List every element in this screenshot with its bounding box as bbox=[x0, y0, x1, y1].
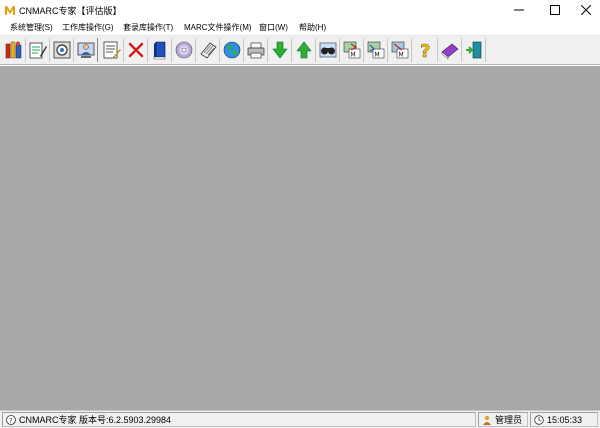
books-icon bbox=[5, 41, 21, 59]
toolbar-upload-button[interactable] bbox=[292, 38, 316, 62]
status-bar: ? CNMARC专家 版本号:6.2.5903.29984 管理员 15:05:… bbox=[0, 410, 600, 428]
app-logo-icon bbox=[4, 4, 16, 16]
menu-workbase[interactable]: 工作库操作(G) bbox=[62, 22, 114, 33]
status-version-panel: ? CNMARC专家 版本号:6.2.5903.29984 bbox=[2, 412, 476, 427]
menu-system[interactable]: 系统管理(S) bbox=[10, 22, 53, 33]
mdi-workspace[interactable] bbox=[0, 66, 600, 410]
purple-book-icon bbox=[441, 43, 458, 60]
export-marc-icon: M bbox=[367, 41, 384, 59]
toolbar-blue-book-button[interactable] bbox=[148, 38, 172, 62]
maximize-icon bbox=[550, 4, 560, 15]
svg-text:M: M bbox=[398, 52, 403, 59]
maximize-button[interactable] bbox=[541, 0, 569, 19]
exit-icon bbox=[465, 41, 481, 59]
window-title: CNMARC专家【评估版】 bbox=[19, 6, 122, 16]
toolbar-books-button[interactable] bbox=[2, 38, 26, 62]
status-user-panel: 管理员 bbox=[478, 412, 528, 427]
toolbar-edit-list-button[interactable] bbox=[100, 38, 124, 62]
toolbar-import-marc-button[interactable]: M bbox=[340, 38, 364, 62]
toolbar-exit-button[interactable] bbox=[462, 38, 486, 62]
upload-icon bbox=[295, 41, 312, 59]
toolbar-export-marc-button[interactable]: M bbox=[364, 38, 388, 62]
toolbar-globe-button[interactable] bbox=[220, 38, 244, 62]
close-icon bbox=[581, 4, 591, 15]
toolbar-help-button[interactable]: ? bbox=[414, 38, 438, 62]
status-time-panel: 15:05:33 bbox=[530, 412, 598, 427]
edit-list-icon bbox=[103, 41, 121, 59]
blue-book-icon bbox=[153, 41, 165, 60]
edit-record-icon bbox=[29, 42, 47, 59]
close-button[interactable] bbox=[572, 0, 600, 19]
toolbar-download-button[interactable] bbox=[268, 38, 292, 62]
title-bar: CNMARC专家【评估版】 bbox=[0, 0, 600, 19]
help-icon: ? bbox=[419, 41, 430, 60]
globe-icon bbox=[223, 41, 240, 59]
toolbar-binoculars-button[interactable] bbox=[316, 38, 340, 62]
convert-marc-icon: M bbox=[391, 41, 408, 59]
toolbar-cd-button[interactable] bbox=[172, 38, 196, 62]
toolbar-purple-book-button[interactable] bbox=[438, 38, 462, 62]
status-time-text: 15:05:33 bbox=[547, 414, 583, 425]
user-icon bbox=[483, 415, 491, 425]
help-circle-icon: ? bbox=[6, 414, 16, 425]
toolbar: M M M ? bbox=[0, 36, 600, 65]
delete-icon bbox=[128, 42, 143, 58]
toolbar-convert-marc-button[interactable]: M bbox=[388, 38, 412, 62]
svg-text:?: ? bbox=[9, 417, 13, 425]
binoculars-icon bbox=[319, 42, 336, 58]
menu-marc-file[interactable]: MARC文件操作(M) bbox=[184, 22, 252, 33]
download-icon bbox=[271, 41, 288, 59]
svg-text:M: M bbox=[350, 52, 355, 59]
cd-icon bbox=[175, 41, 192, 59]
status-version-text: CNMARC专家 版本号:6.2.5903.29984 bbox=[19, 415, 172, 425]
status-user-text: 管理员 bbox=[495, 415, 523, 425]
import-marc-icon: M bbox=[343, 41, 360, 59]
toolbar-notebook-button[interactable] bbox=[196, 38, 220, 62]
toolbar-user-record-button[interactable] bbox=[74, 38, 98, 62]
toolbar-printer-button[interactable] bbox=[244, 38, 268, 62]
menu-bar: 系统管理(S) 工作库操作(G) 套录库操作(T) MARC文件操作(M) 窗口… bbox=[0, 19, 600, 36]
menu-window[interactable]: 窗口(W) bbox=[259, 22, 288, 33]
user-record-icon bbox=[77, 42, 94, 58]
minimize-icon bbox=[514, 9, 524, 10]
minimize-button[interactable] bbox=[505, 0, 533, 19]
toolbar-edit-record-button[interactable] bbox=[26, 38, 50, 62]
printer-icon bbox=[247, 42, 264, 59]
clock-icon bbox=[534, 414, 544, 425]
svg-text:M: M bbox=[374, 52, 379, 59]
toolbar-delete-button[interactable] bbox=[124, 38, 148, 62]
menu-help[interactable]: 帮助(H) bbox=[299, 22, 326, 33]
notebook-icon bbox=[199, 42, 217, 59]
view-record-icon bbox=[53, 41, 70, 59]
svg-text:?: ? bbox=[420, 41, 430, 60]
toolbar-view-record-button[interactable] bbox=[50, 38, 74, 62]
menu-copybase[interactable]: 套录库操作(T) bbox=[123, 22, 173, 33]
